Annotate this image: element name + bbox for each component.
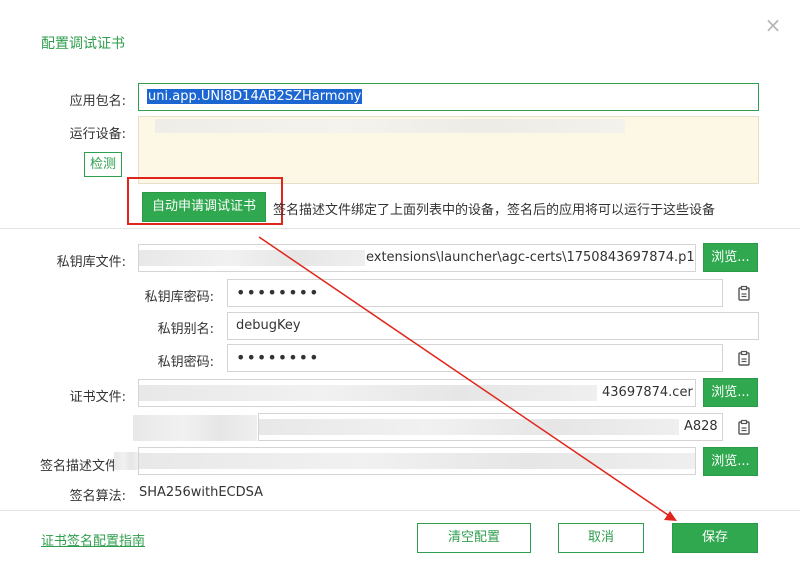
annotation-arrow	[258, 236, 677, 521]
